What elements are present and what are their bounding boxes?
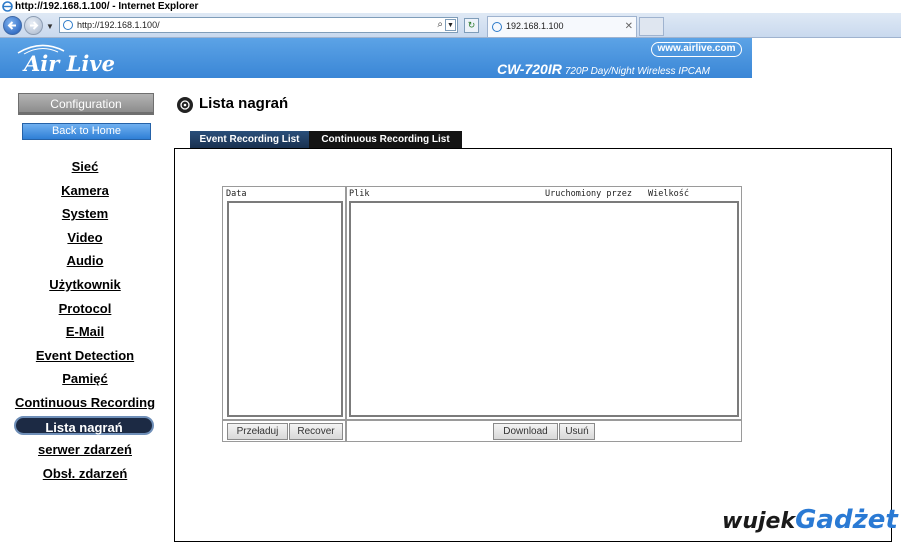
nav-link-obsl-zdarzen[interactable]: Obsł. zdarzeń bbox=[0, 466, 170, 481]
nav-link-event-detection[interactable]: Event Detection bbox=[0, 348, 170, 363]
delete-button[interactable]: Usuń bbox=[559, 423, 595, 440]
nav-link-pamiec[interactable]: Pamięć bbox=[0, 371, 170, 386]
new-tab-button[interactable] bbox=[639, 17, 664, 36]
browser-tab[interactable]: 192.168.1.100 ✕ bbox=[487, 16, 637, 37]
back-arrow-icon bbox=[7, 21, 16, 30]
address-bar[interactable]: http://192.168.1.100/ ⌕ ▼ bbox=[59, 17, 458, 33]
search-icon[interactable]: ⌕ bbox=[437, 18, 443, 32]
model-name: CW-720IR bbox=[497, 61, 562, 77]
recover-button[interactable]: Recover bbox=[289, 423, 343, 440]
file-list-panel: Plik Uruchomiony przez Wielkość bbox=[346, 186, 742, 420]
address-text: http://192.168.1.100/ bbox=[77, 20, 160, 30]
internet-explorer-icon bbox=[2, 1, 13, 12]
nav-link-serwer-zdarzen[interactable]: serwer zdarzeń bbox=[0, 442, 170, 457]
date-list-panel: Data bbox=[222, 186, 346, 420]
website-link[interactable]: www.airlive.com bbox=[651, 42, 742, 57]
date-listbox[interactable] bbox=[227, 201, 343, 417]
nav-link-email[interactable]: E-Mail bbox=[0, 324, 170, 339]
close-tab-icon[interactable]: ✕ bbox=[625, 17, 633, 36]
forward-arrow-icon bbox=[30, 21, 39, 30]
column-header-data: Data bbox=[226, 189, 247, 199]
tab-label: 192.168.1.100 bbox=[506, 21, 564, 31]
page-title: Lista nagrań bbox=[199, 95, 289, 112]
nav-link-siec[interactable]: Sieć bbox=[0, 159, 170, 174]
file-list-buttons: Download Usuń bbox=[346, 420, 742, 442]
refresh-icon[interactable]: ↻ bbox=[464, 18, 479, 33]
page-icon bbox=[63, 20, 73, 30]
airlive-logo: Air Live bbox=[24, 51, 115, 76]
tab-event-recording-list[interactable]: Event Recording List bbox=[190, 131, 309, 148]
watermark-part1: wujek bbox=[722, 509, 796, 534]
nav-link-continuous-recording[interactable]: Continuous Recording bbox=[0, 395, 170, 410]
window-title-bar: http://192.168.1.100/ - Internet Explore… bbox=[0, 0, 901, 13]
date-list-buttons: Przeładuj Recover bbox=[222, 420, 346, 442]
back-button[interactable] bbox=[3, 16, 22, 35]
column-header-wielkosc: Wielkość bbox=[648, 189, 689, 199]
page-title-icon bbox=[177, 97, 193, 113]
watermark: wujekGadżet bbox=[722, 505, 898, 535]
window-title: http://192.168.1.100/ - Internet Explore… bbox=[15, 1, 199, 12]
nav-link-audio[interactable]: Audio bbox=[0, 253, 170, 268]
forward-button[interactable] bbox=[24, 16, 43, 35]
history-dropdown-icon[interactable]: ▼ bbox=[46, 22, 54, 31]
tab-page-icon bbox=[492, 22, 502, 32]
nav-link-system[interactable]: System bbox=[0, 206, 170, 221]
configuration-button[interactable]: Configuration bbox=[18, 93, 154, 115]
airlive-banner: Air Live www.airlive.com CW-720IR 720P Da… bbox=[0, 38, 752, 78]
nav-link-lista-nagran[interactable]: Lista nagrań bbox=[14, 416, 154, 435]
nav-link-protocol[interactable]: Protocol bbox=[0, 301, 170, 316]
column-header-uruchomiony-przez: Uruchomiony przez bbox=[545, 189, 632, 199]
back-to-home-button[interactable]: Back to Home bbox=[22, 123, 151, 140]
tab-continuous-recording-list[interactable]: Continuous Recording List bbox=[309, 131, 462, 148]
nav-link-video[interactable]: Video bbox=[0, 230, 170, 245]
nav-link-uzytkownik[interactable]: Użytkownik bbox=[0, 277, 170, 292]
model-description: 720P Day/Night Wireless IPCAM bbox=[564, 66, 710, 77]
reload-button[interactable]: Przeładuj bbox=[227, 423, 288, 440]
file-listbox[interactable] bbox=[349, 201, 739, 417]
download-button[interactable]: Download bbox=[493, 423, 558, 440]
address-dropdown-icon[interactable]: ▼ bbox=[445, 19, 456, 31]
browser-toolbar: ▼ http://192.168.1.100/ ⌕ ▼ ↻ 192.168.1.… bbox=[0, 13, 901, 38]
column-header-plik: Plik bbox=[349, 189, 370, 199]
model-label: CW-720IR 720P Day/Night Wireless IPCAM bbox=[497, 61, 710, 77]
nav-link-kamera[interactable]: Kamera bbox=[0, 183, 170, 198]
watermark-part2: Gadżet bbox=[795, 505, 898, 535]
